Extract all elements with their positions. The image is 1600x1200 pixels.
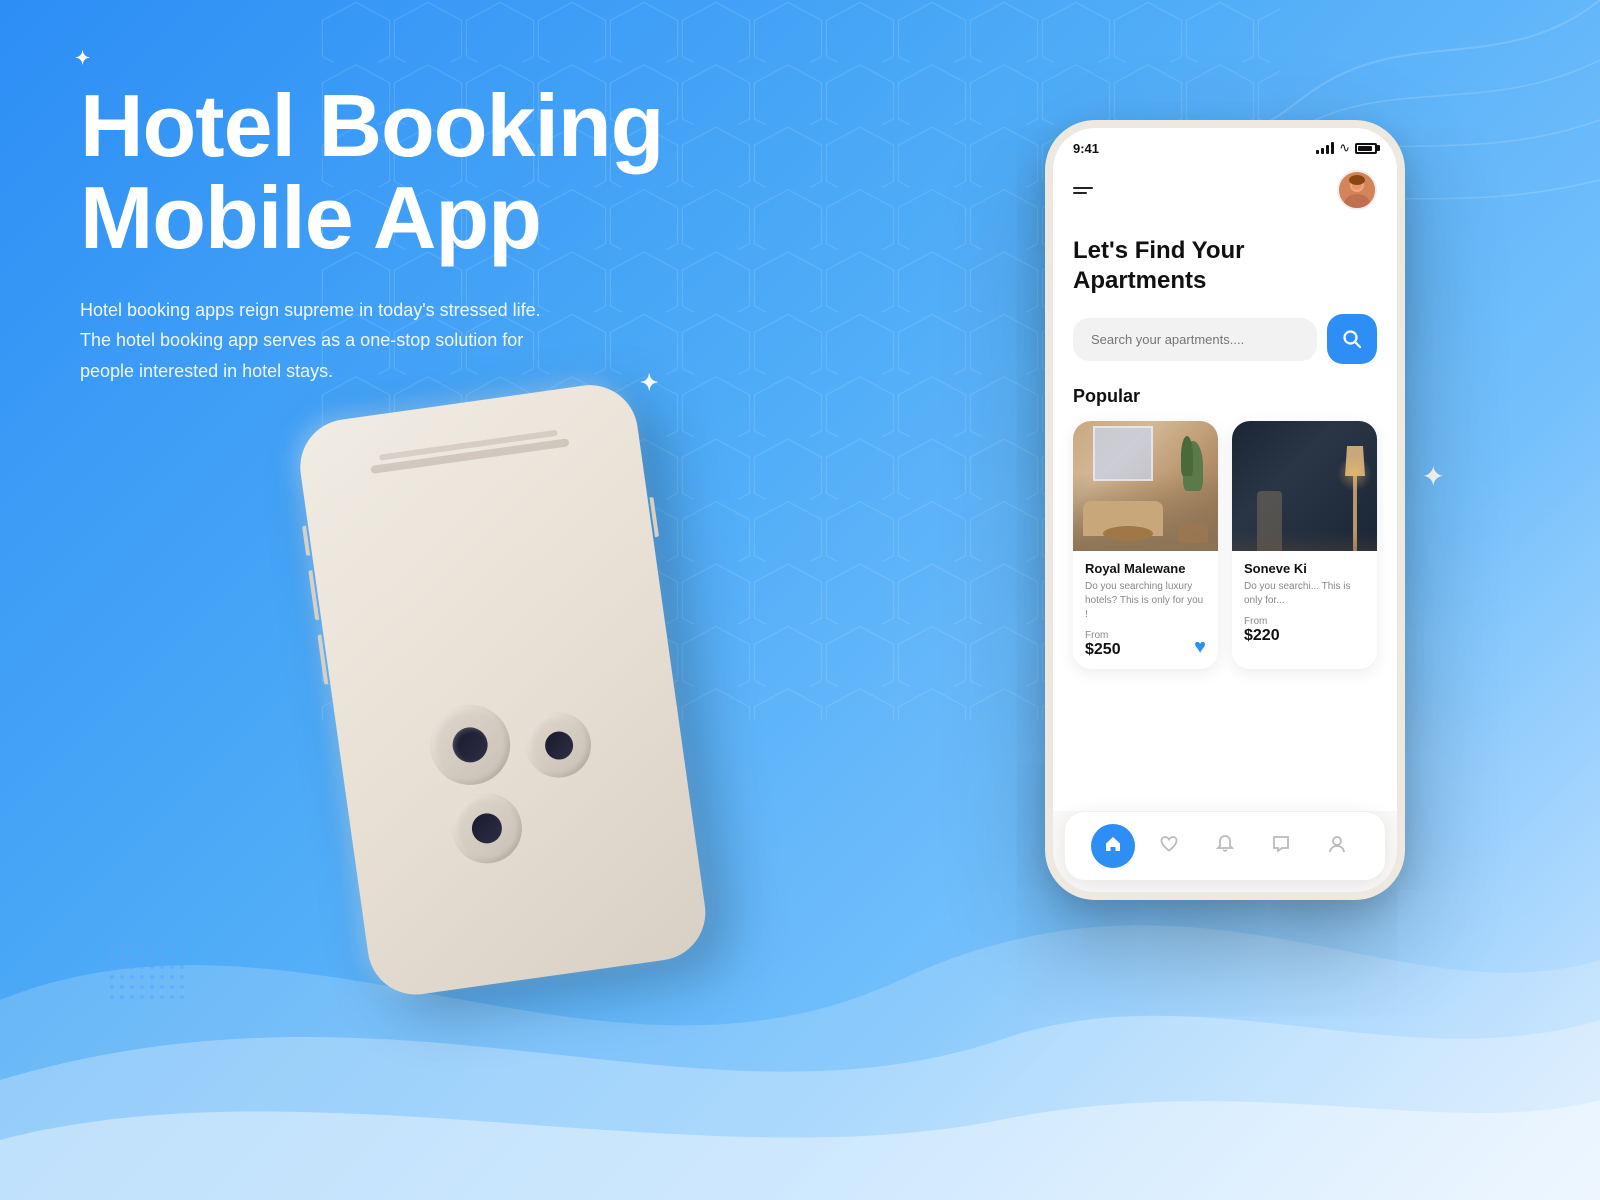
status-icons: ∿ [1316, 140, 1377, 156]
from-label-2: From [1244, 616, 1280, 627]
nav-messages[interactable] [1259, 824, 1303, 868]
card-desc-2: Do you searchi... This is only for... [1244, 580, 1365, 608]
battery-icon [1355, 143, 1377, 154]
heart-nav-icon [1159, 834, 1179, 859]
card-image-2 [1232, 421, 1377, 551]
card-price-row-1: From $250 ♥ [1085, 630, 1206, 659]
phone-front-mockup: 9:41 ∿ [1045, 120, 1405, 900]
chat-icon [1271, 834, 1291, 859]
user-avatar[interactable] [1337, 170, 1377, 210]
status-time: 9:41 [1073, 141, 1099, 156]
card-info-1: Royal Malewane Do you searching luxury h… [1073, 551, 1218, 669]
card-name-1: Royal Malewane [1085, 561, 1206, 576]
signal-icon [1316, 142, 1334, 154]
find-apartments-title: Let's Find Your Apartments [1073, 236, 1377, 296]
star-right-decoration: ✦ [1422, 460, 1445, 493]
hero-content: Hotel Booking Mobile App Hotel booking a… [80, 80, 680, 387]
bottom-navigation [1065, 811, 1385, 880]
nav-favorites[interactable] [1147, 824, 1191, 868]
home-icon [1103, 834, 1123, 859]
search-button[interactable] [1327, 314, 1377, 364]
card-name-2: Soneve Ki [1244, 561, 1365, 576]
card-price-info-2: From $220 [1244, 616, 1280, 645]
user-icon [1327, 834, 1347, 859]
camera-lens-3 [522, 708, 595, 781]
card-info-2: Soneve Ki Do you searchi... This is only… [1232, 551, 1377, 655]
room-table [1103, 526, 1153, 541]
camera-lens-1 [425, 700, 515, 790]
menu-icon[interactable] [1073, 187, 1093, 194]
nav-notifications[interactable] [1203, 824, 1247, 868]
status-bar: 9:41 ∿ [1053, 128, 1397, 162]
search-bar [1073, 314, 1377, 364]
search-input[interactable] [1073, 318, 1317, 361]
card-price-1: $250 [1085, 641, 1121, 658]
search-icon [1342, 329, 1362, 349]
nav-profile[interactable] [1315, 824, 1359, 868]
heart-icon-filled[interactable]: ♥ [1194, 636, 1206, 659]
nav-home[interactable] [1091, 824, 1135, 868]
dot-grid [110, 945, 190, 1010]
card-price-row-2: From $220 [1244, 616, 1365, 645]
sparkle-top: ✦ [75, 48, 90, 69]
phone-screen: 9:41 ∿ [1053, 128, 1397, 892]
card-price-2: $220 [1244, 627, 1280, 644]
room-window [1093, 426, 1153, 481]
camera-module [425, 689, 606, 870]
wifi-icon: ∿ [1339, 140, 1350, 156]
card-desc-1: Do you searching luxury hotels? This is … [1085, 580, 1206, 622]
from-label-1: From [1085, 630, 1121, 641]
menu-line-1 [1073, 187, 1093, 189]
popular-section-title: Popular [1073, 386, 1377, 407]
property-card-2[interactable]: Soneve Ki Do you searchi... This is only… [1232, 421, 1377, 669]
bell-icon [1215, 834, 1235, 859]
property-cards-row: Royal Malewane Do you searching luxury h… [1073, 421, 1377, 669]
menu-line-2 [1073, 192, 1087, 194]
app-main-content: Let's Find Your Apartments Popular [1053, 226, 1397, 811]
subtitle-text: Hotel booking apps reign supreme in toda… [80, 295, 560, 387]
card-image-1 [1073, 421, 1218, 551]
camera-lens-2 [447, 789, 526, 868]
main-title: Hotel Booking Mobile App [80, 80, 680, 265]
card-price-info-1: From $250 [1085, 630, 1121, 659]
app-header [1053, 162, 1397, 226]
property-card-1[interactable]: Royal Malewane Do you searching luxury h… [1073, 421, 1218, 669]
lamp-glow [1337, 456, 1372, 491]
phone-back-mockup [294, 379, 711, 1001]
